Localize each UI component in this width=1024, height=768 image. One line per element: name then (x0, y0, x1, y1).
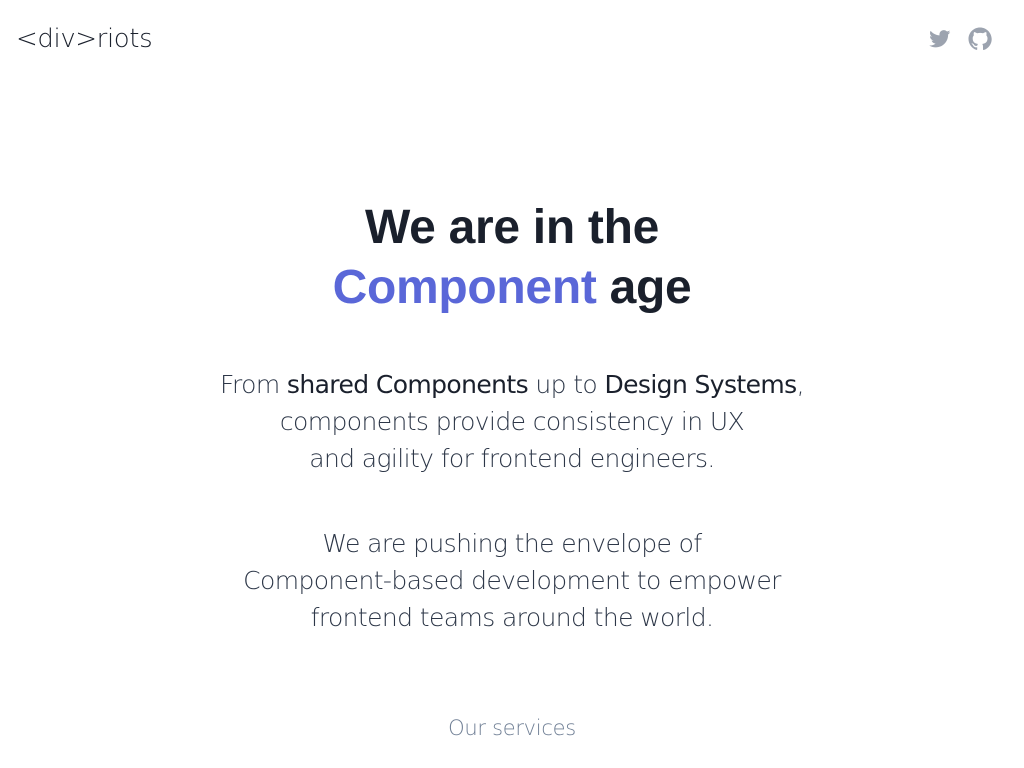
lead-emphasis-shared-components: shared Components (286, 370, 529, 399)
github-icon (968, 27, 992, 51)
mission-line-1: We are pushing the envelope of (322, 529, 702, 558)
mission-paragraph: We are pushing the envelope of Component… (0, 525, 1024, 636)
lead-line-3: and agility for frontend engineers. (309, 444, 715, 473)
hero-headline: We are in the Component age (0, 198, 1024, 318)
twitter-link[interactable] (928, 27, 952, 51)
our-services-link[interactable]: Our services (0, 716, 1024, 740)
github-link[interactable] (968, 27, 992, 51)
headline-line1: We are in the (365, 201, 659, 254)
lead-paragraph: From shared Components up to Design Syst… (0, 366, 1024, 477)
hero: We are in the Component age (0, 198, 1024, 318)
mission-line-3: frontend teams around the world. (310, 603, 714, 632)
lead-emphasis-design-systems: Design Systems (604, 370, 797, 399)
twitter-icon (929, 30, 951, 48)
social-links (928, 27, 992, 51)
site-logo[interactable]: <div>riots (16, 24, 153, 54)
lead-text: , (796, 370, 805, 399)
mission-line-2: Component-based development to empower (243, 566, 781, 595)
lead-text: up to (528, 370, 605, 399)
site-header: <div>riots (0, 0, 1024, 78)
page: <div>riots We are in the Component age F… (0, 0, 1024, 768)
lead-text: From (220, 370, 287, 399)
headline-accent: Component (332, 261, 597, 314)
lead-line-1: From shared Components up to Design Syst… (0, 366, 1024, 403)
headline-rest: age (596, 261, 692, 314)
lead-line-2: components provide consistency in UX (279, 407, 745, 436)
